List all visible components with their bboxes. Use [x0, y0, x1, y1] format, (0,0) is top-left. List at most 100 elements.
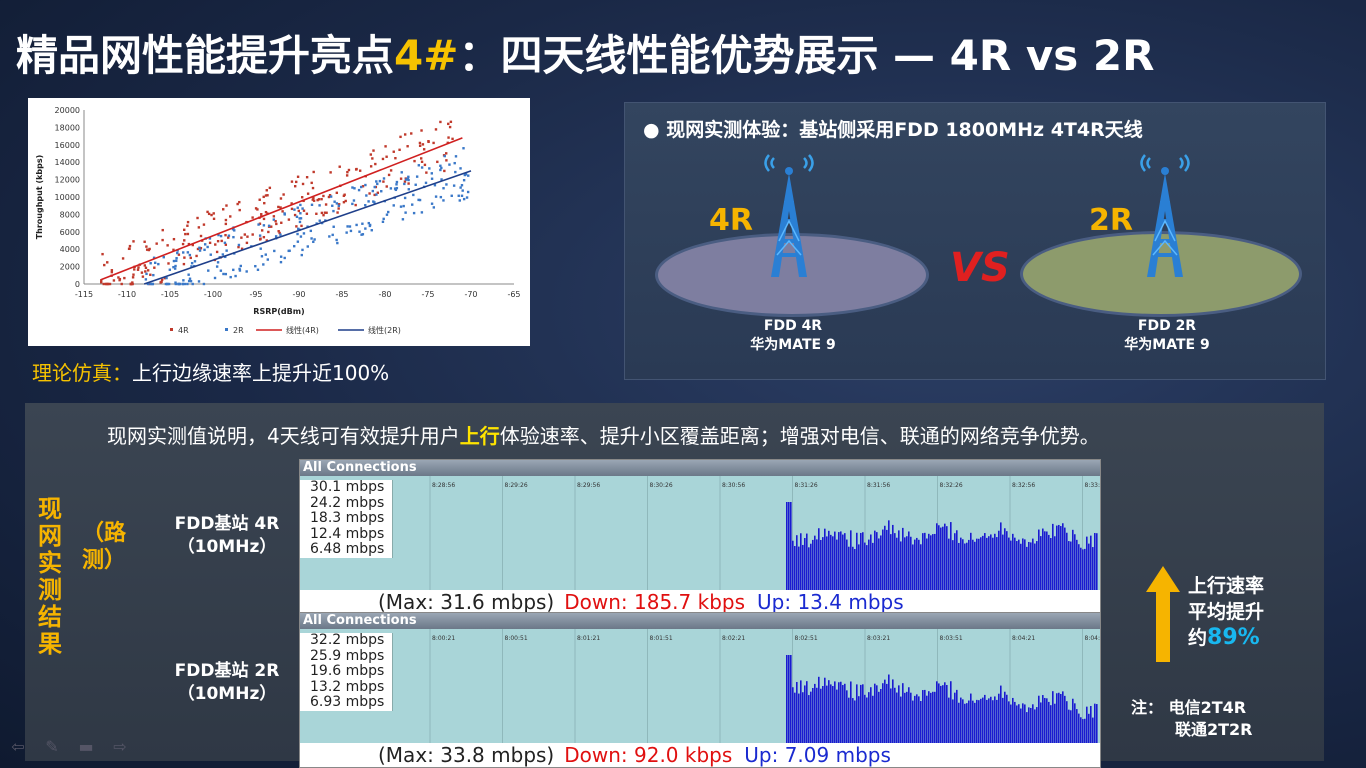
meter-y-labels: 30.1 mbps 24.2 mbps 18.3 mbps 12.4 mbps … [300, 479, 393, 558]
scatter-point-2r [313, 238, 316, 241]
scatter-point-4r [344, 199, 347, 203]
scatter-point-2r [459, 167, 462, 170]
throughput-bar [964, 543, 966, 590]
throughput-bar [1008, 701, 1010, 743]
menu-icon[interactable]: ▬ [76, 738, 96, 756]
scatter-point-2r [407, 188, 410, 191]
throughput-bar [1016, 705, 1018, 743]
throughput-bar [1012, 697, 1014, 743]
forward-arrow-icon[interactable]: ⇨ [110, 738, 130, 756]
throughput-bar [930, 692, 932, 743]
throughput-bar [928, 691, 930, 743]
throughput-bar [836, 689, 838, 743]
throughput-bar [916, 537, 918, 590]
throughput-bar [1004, 691, 1006, 743]
throughput-bar [828, 530, 830, 590]
throughput-bar [932, 691, 934, 743]
scatter-point-2r [351, 202, 354, 206]
scatter-point-4r [354, 203, 357, 207]
scatter-point-2r [267, 224, 271, 228]
scatter-point-2r [202, 282, 206, 286]
throughput-bar [868, 692, 870, 743]
throughput-bar [816, 687, 818, 743]
scatter-point-4r [153, 266, 156, 269]
back-arrow-icon[interactable]: ⇦ [8, 738, 28, 756]
scatter-point-2r [287, 249, 290, 253]
antenna-label-4r: 4R [709, 203, 753, 238]
throughput-bar [1080, 547, 1082, 590]
throughput-bar [926, 695, 928, 743]
scatter-point-2r [417, 164, 421, 167]
scatter-point-2r [376, 182, 379, 186]
scatter-point-2r [461, 189, 464, 192]
scatter-point-2r [430, 177, 434, 180]
theory-caption: 理论仿真：上行边缘速率上提升近100% [32, 357, 389, 386]
throughput-bar [814, 535, 816, 590]
throughput-bar [998, 530, 1000, 590]
scatter-point-4r [445, 159, 448, 162]
scatter-point-4r [224, 222, 228, 226]
scatter-point-4r [238, 208, 241, 212]
throughput-bar [914, 539, 916, 590]
live-test-panel: ● 现网实测体验：基站侧采用FDD 1800MHz 4T4R天线 4R 2R V… [624, 102, 1326, 380]
throughput-bar [1090, 705, 1092, 743]
scatter-point-4r [277, 230, 280, 233]
scatter-point-4r [137, 266, 140, 269]
throughput-bar [1010, 540, 1012, 590]
throughput-bar [892, 524, 894, 590]
scatter-point-4r [129, 282, 132, 286]
throughput-bar [798, 546, 800, 590]
throughput-bar [796, 681, 798, 743]
throughput-bar [1066, 701, 1068, 743]
scatter-point-2r [301, 248, 304, 252]
scatter-point-4r [369, 153, 373, 156]
throughput-bar [994, 696, 996, 743]
throughput-bar [1014, 701, 1016, 743]
scatter-point-2r [459, 186, 462, 189]
throughput-bar [834, 531, 836, 590]
scatter-point-2r [309, 229, 313, 233]
scatter-point-4r [155, 242, 158, 245]
x-tick-label: -65 [507, 290, 520, 299]
scatter-point-2r [152, 273, 155, 277]
pen-icon[interactable]: ✎ [42, 738, 62, 756]
scatter-point-4r [320, 211, 324, 215]
vs-label: VS [950, 245, 1010, 291]
meter-footer: (Max: 33.8 mbps) Down: 92.0 kbps Up: 7.09 … [300, 743, 1100, 767]
throughput-bar [828, 680, 830, 743]
scatter-point-4r [110, 270, 114, 274]
scatter-point-2r [389, 187, 393, 190]
throughput-bar [962, 699, 964, 743]
scatter-point-2r [213, 276, 217, 280]
scatter-point-2r [411, 203, 414, 206]
scatter-point-4r [346, 170, 349, 174]
time-label: 8:04:21 [1012, 635, 1035, 642]
scatter-point-4r [123, 276, 126, 280]
legend-label: 线性(2R) [368, 325, 401, 335]
throughput-bar [1078, 713, 1080, 743]
time-label: 8:31:56 [867, 482, 890, 489]
scatter-point-4r [302, 209, 306, 212]
scatter-point-2r [428, 167, 431, 170]
scatter-point-4r [101, 252, 104, 256]
throughput-bar [788, 655, 790, 743]
throughput-bar [858, 544, 860, 590]
meter-plot: 8:00:21 8:00:51 8:01:21 8:01:51 8:02:21 8:02:… [300, 629, 1100, 743]
time-label: 8:29:26 [505, 482, 528, 489]
scatter-point-2r [346, 225, 349, 228]
throughput-bar [816, 539, 818, 590]
throughput-bar [876, 532, 878, 590]
scatter-point-2r [442, 199, 445, 202]
throughput-bar [1006, 694, 1008, 743]
scatter-point-4r [300, 196, 304, 199]
throughput-bar [1014, 537, 1016, 590]
throughput-bar [860, 684, 862, 743]
scatter-point-2r [259, 247, 262, 250]
scatter-point-4r [294, 185, 297, 188]
throughput-bar [1038, 529, 1040, 590]
scatter-point-4r [384, 145, 387, 148]
scatter-point-2r [219, 269, 223, 272]
scatter-point-4r [316, 198, 319, 202]
scatter-point-4r [343, 193, 346, 196]
scatter-point-2r [193, 260, 197, 263]
